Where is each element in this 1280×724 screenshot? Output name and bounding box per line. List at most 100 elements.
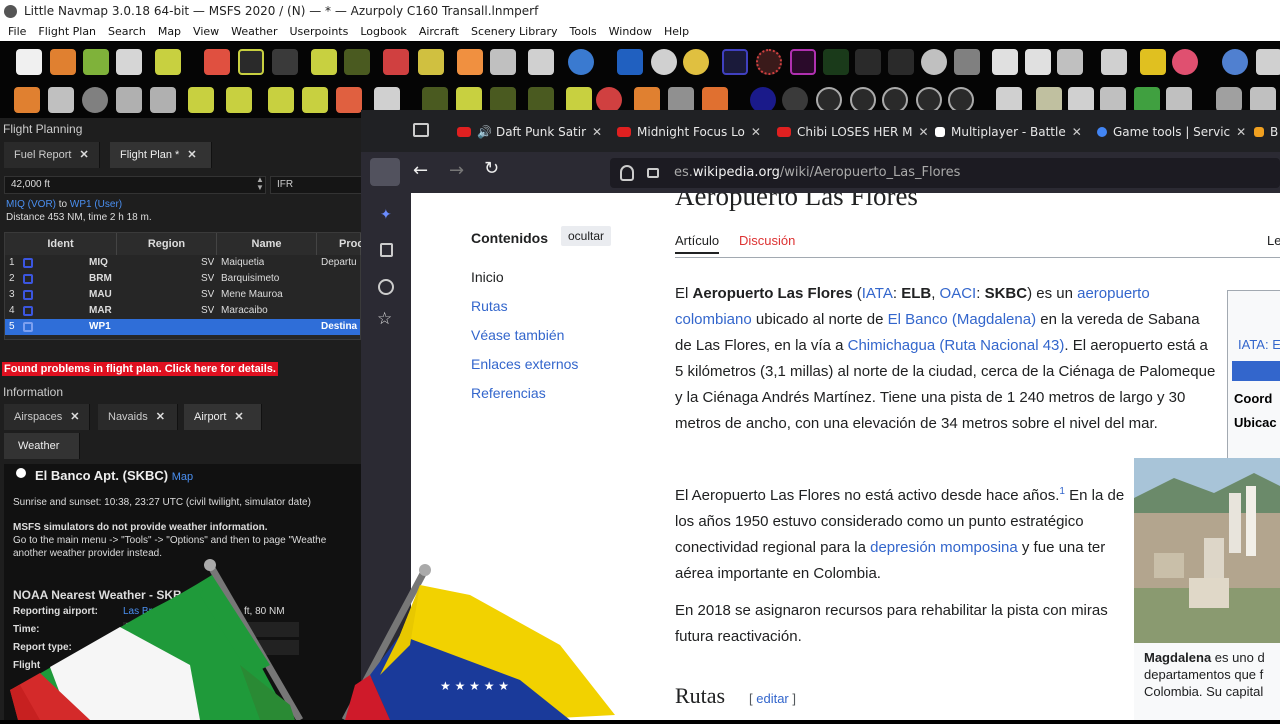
table-row-selected[interactable]: 5 WP1 Destina: [5, 319, 360, 335]
pencil-icon[interactable]: [617, 49, 643, 75]
browser-tab-6[interactable]: B: [1254, 122, 1278, 142]
col-ident[interactable]: Ident: [5, 233, 117, 255]
col-name[interactable]: Name: [217, 233, 317, 255]
menu-logbook[interactable]: Logbook: [360, 25, 406, 38]
menu-tools[interactable]: Tools: [570, 25, 597, 38]
table-row[interactable]: 2 BRM SV Barquisimeto: [5, 271, 360, 287]
close-icon[interactable]: ✕: [234, 411, 243, 423]
forward-arrow-icon[interactable]: [490, 49, 516, 75]
star-icon[interactable]: [1140, 49, 1166, 75]
route-calc2-icon[interactable]: [302, 87, 328, 113]
back-icon[interactable]: ←: [413, 160, 428, 181]
edit-icon[interactable]: [116, 87, 142, 113]
globe-small-icon[interactable]: [1222, 49, 1248, 75]
tab-overview-icon[interactable]: [413, 123, 429, 137]
browser-tab-3[interactable]: Chibi LOSES HER M ✕: [777, 122, 929, 142]
col-region[interactable]: Region: [117, 233, 217, 255]
stop-icon[interactable]: [82, 87, 108, 113]
tab-discussion[interactable]: Discusión: [739, 233, 795, 248]
redo-icon[interactable]: [48, 87, 74, 113]
sidebar-toggle-icon[interactable]: [370, 158, 400, 186]
save-as-icon[interactable]: [116, 49, 142, 75]
close-icon[interactable]: ✕: [919, 125, 929, 139]
close-icon[interactable]: ✕: [1072, 125, 1082, 139]
table-row[interactable]: 1 MIQ SV Maiquetia Departu: [5, 255, 360, 271]
grid-icon[interactable]: [954, 49, 980, 75]
ai-sparkle-icon[interactable]: ✦: [380, 207, 392, 223]
flight-rules-select[interactable]: IFR: [270, 176, 362, 194]
route-from-link[interactable]: MIQ (VOR): [6, 199, 56, 210]
route-icon[interactable]: [272, 49, 298, 75]
line-icon[interactable]: [888, 49, 914, 75]
close-icon[interactable]: ✕: [156, 411, 165, 423]
toc-item-vease[interactable]: Véase también: [471, 327, 564, 343]
airport-map-link[interactable]: Map: [172, 471, 193, 483]
tab-navaids[interactable]: Navaids ✕: [98, 404, 178, 430]
close-icon[interactable]: ✕: [1236, 125, 1246, 139]
edit2-icon[interactable]: [150, 87, 176, 113]
track-icon[interactable]: [855, 49, 881, 75]
menu-map[interactable]: Map: [158, 25, 181, 38]
menu-weather[interactable]: Weather: [231, 25, 277, 38]
col-proc[interactable]: Proc: [317, 233, 363, 255]
vor-icon[interactable]: [722, 49, 748, 75]
toc-item-inicio[interactable]: Inicio: [471, 269, 504, 285]
toc-item-referencias[interactable]: Referencias: [471, 385, 546, 401]
menu-search[interactable]: Search: [108, 25, 146, 38]
browser-tab-2[interactable]: Midnight Focus Lo ✕: [617, 122, 761, 142]
trail-icon[interactable]: [418, 49, 444, 75]
climb-icon[interactable]: [188, 87, 214, 113]
back-arrow-icon[interactable]: [457, 49, 483, 75]
tab-weather[interactable]: Weather: [4, 433, 80, 459]
route-calc3-icon[interactable]: [336, 87, 362, 113]
sun-icon[interactable]: [683, 49, 709, 75]
browser-tab-4[interactable]: Multiplayer - Battle ✕: [935, 122, 1082, 142]
reload-icon[interactable]: [155, 49, 181, 75]
weather-icon[interactable]: [651, 49, 677, 75]
menu-userpoints[interactable]: Userpoints: [289, 25, 348, 38]
label-l-icon[interactable]: [1025, 49, 1051, 75]
table-row[interactable]: 4 MAR SV Maracaibo: [5, 303, 360, 319]
browser-tab-5[interactable]: Game tools | Servic ✕: [1097, 122, 1246, 142]
close-icon[interactable]: ✕: [70, 411, 79, 423]
menu-help[interactable]: Help: [664, 25, 689, 38]
menu-aircraft[interactable]: Aircraft: [419, 25, 459, 38]
airway-icon[interactable]: [823, 49, 849, 75]
tab-airport[interactable]: Airport ✕: [184, 404, 262, 430]
shield-icon[interactable]: [620, 165, 634, 181]
forward-icon[interactable]: →: [449, 160, 464, 181]
bookmarks-sync-icon[interactable]: [380, 243, 393, 257]
toc-hide-button[interactable]: ocultar: [561, 226, 612, 246]
label-box-icon[interactable]: [1057, 49, 1083, 75]
link-el-banco[interactable]: El Banco (Magdalena): [888, 311, 1036, 328]
close-icon[interactable]: ✕: [592, 125, 602, 139]
route-calc-icon[interactable]: [268, 87, 294, 113]
add-waypoint-icon[interactable]: [226, 87, 252, 113]
browser-tab-1[interactable]: 🔊 Daft Punk Satir ✕: [457, 122, 602, 142]
plan-problems-link[interactable]: Found problems in flight plan. Click her…: [2, 362, 278, 376]
bookmark-star-icon[interactable]: ☆: [377, 309, 392, 329]
cruise-altitude-input[interactable]: 42,000 ft: [4, 176, 266, 194]
compass-icon[interactable]: [921, 49, 947, 75]
toc-item-rutas[interactable]: Rutas: [471, 298, 508, 314]
link-chimichagua[interactable]: Chimichagua (Ruta Nacional 43): [848, 337, 1065, 354]
close-icon[interactable]: ✕: [751, 125, 761, 139]
globe-icon[interactable]: [568, 49, 594, 75]
city-photo[interactable]: [1134, 458, 1280, 643]
more-icon[interactable]: [1256, 49, 1280, 75]
menu-view[interactable]: View: [193, 25, 219, 38]
url-bar[interactable]: es.wikipedia.org/wiki/Aeropuerto_Las_Flo…: [610, 158, 1280, 188]
history-icon[interactable]: [378, 279, 394, 295]
label-h-icon[interactable]: [992, 49, 1018, 75]
aircraft-center-icon[interactable]: [344, 49, 370, 75]
link-iata[interactable]: IATA: [862, 285, 893, 302]
open-plan-icon[interactable]: [50, 49, 76, 75]
target-icon[interactable]: [1172, 49, 1198, 75]
link-oaci[interactable]: OACI: [940, 285, 977, 302]
new-plan-icon[interactable]: [16, 49, 42, 75]
pen-icon[interactable]: [1101, 49, 1127, 75]
tab-airspaces[interactable]: Airspaces ✕: [4, 404, 90, 430]
save-plan-icon[interactable]: [83, 49, 109, 75]
details-icon[interactable]: [528, 49, 554, 75]
edit-link[interactable]: editar: [756, 691, 789, 706]
